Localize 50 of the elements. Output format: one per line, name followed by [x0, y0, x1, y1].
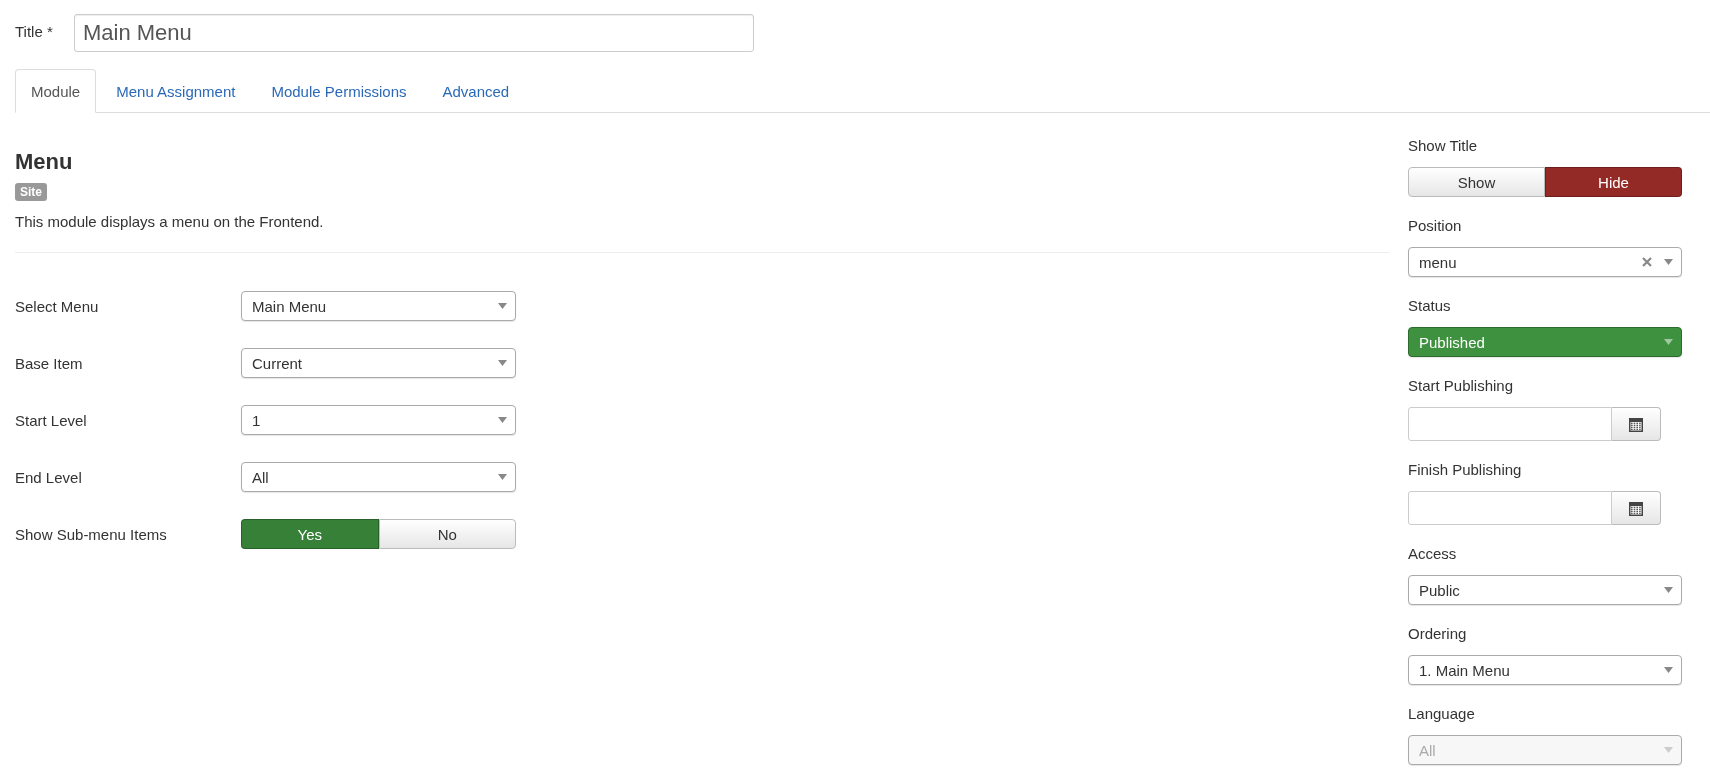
toggle-option[interactable]: Yes — [241, 519, 379, 549]
toggle-option[interactable]: Hide — [1545, 167, 1682, 197]
field-label: Select Menu — [15, 297, 100, 315]
title-field[interactable]: Main Menu — [74, 14, 754, 52]
module-description: This module displays a menu on the Frontend. — [15, 213, 325, 230]
field-label: End Level — [15, 468, 83, 486]
field-label: Status — [1408, 297, 1452, 314]
toggle-option[interactable]: Show — [1408, 167, 1545, 197]
caret-icon — [1664, 747, 1673, 753]
caret-icon — [498, 360, 507, 366]
dropdown[interactable]: All — [241, 462, 516, 492]
date-field[interactable] — [1408, 491, 1612, 525]
caret-icon — [1664, 587, 1673, 593]
calendar-button[interactable] — [1612, 491, 1661, 525]
tab[interactable]: Module Permissions — [255, 69, 423, 113]
date-field[interactable] — [1408, 407, 1612, 441]
dropdown[interactable]: Public — [1408, 575, 1682, 605]
calendar-icon — [1629, 500, 1643, 516]
module-heading: Menu — [15, 149, 74, 175]
calendar-icon — [1629, 416, 1643, 432]
dropdown[interactable]: 1 — [241, 405, 516, 435]
field-label: Start Publishing — [1408, 377, 1515, 394]
title-label: Title * — [15, 23, 54, 40]
dropdown[interactable]: Published — [1408, 327, 1682, 357]
dropdown[interactable]: Current — [241, 348, 516, 378]
caret-icon — [498, 474, 507, 480]
calendar-button[interactable] — [1612, 407, 1661, 441]
caret-icon — [1664, 259, 1673, 265]
tab[interactable]: Module — [15, 69, 97, 113]
dropdown[interactable]: Main Menu — [241, 291, 516, 321]
field-label: Position — [1408, 217, 1463, 234]
field-label: Base Item — [15, 354, 84, 372]
tab[interactable]: Menu Assignment — [100, 69, 252, 113]
field-label: Access — [1408, 545, 1458, 562]
field-label: Ordering — [1408, 625, 1468, 642]
field-label: Show Sub-menu Items — [15, 525, 168, 543]
dropdown[interactable]: 1. Main Menu — [1408, 655, 1682, 685]
field-label: Start Level — [15, 411, 88, 429]
dropdown[interactable]: menu — [1408, 247, 1682, 277]
toggle-option[interactable]: No — [378, 519, 516, 549]
tab[interactable]: Advanced — [426, 69, 526, 113]
site-badge: Site — [15, 183, 47, 201]
field-label: Finish Publishing — [1408, 461, 1523, 478]
caret-icon — [498, 303, 507, 309]
caret-icon — [1664, 339, 1673, 345]
field-label: Language — [1408, 705, 1476, 722]
field-label: Show Title — [1408, 137, 1479, 154]
caret-icon — [498, 417, 507, 423]
caret-icon — [1664, 667, 1673, 673]
clear-icon[interactable] — [1642, 257, 1652, 267]
